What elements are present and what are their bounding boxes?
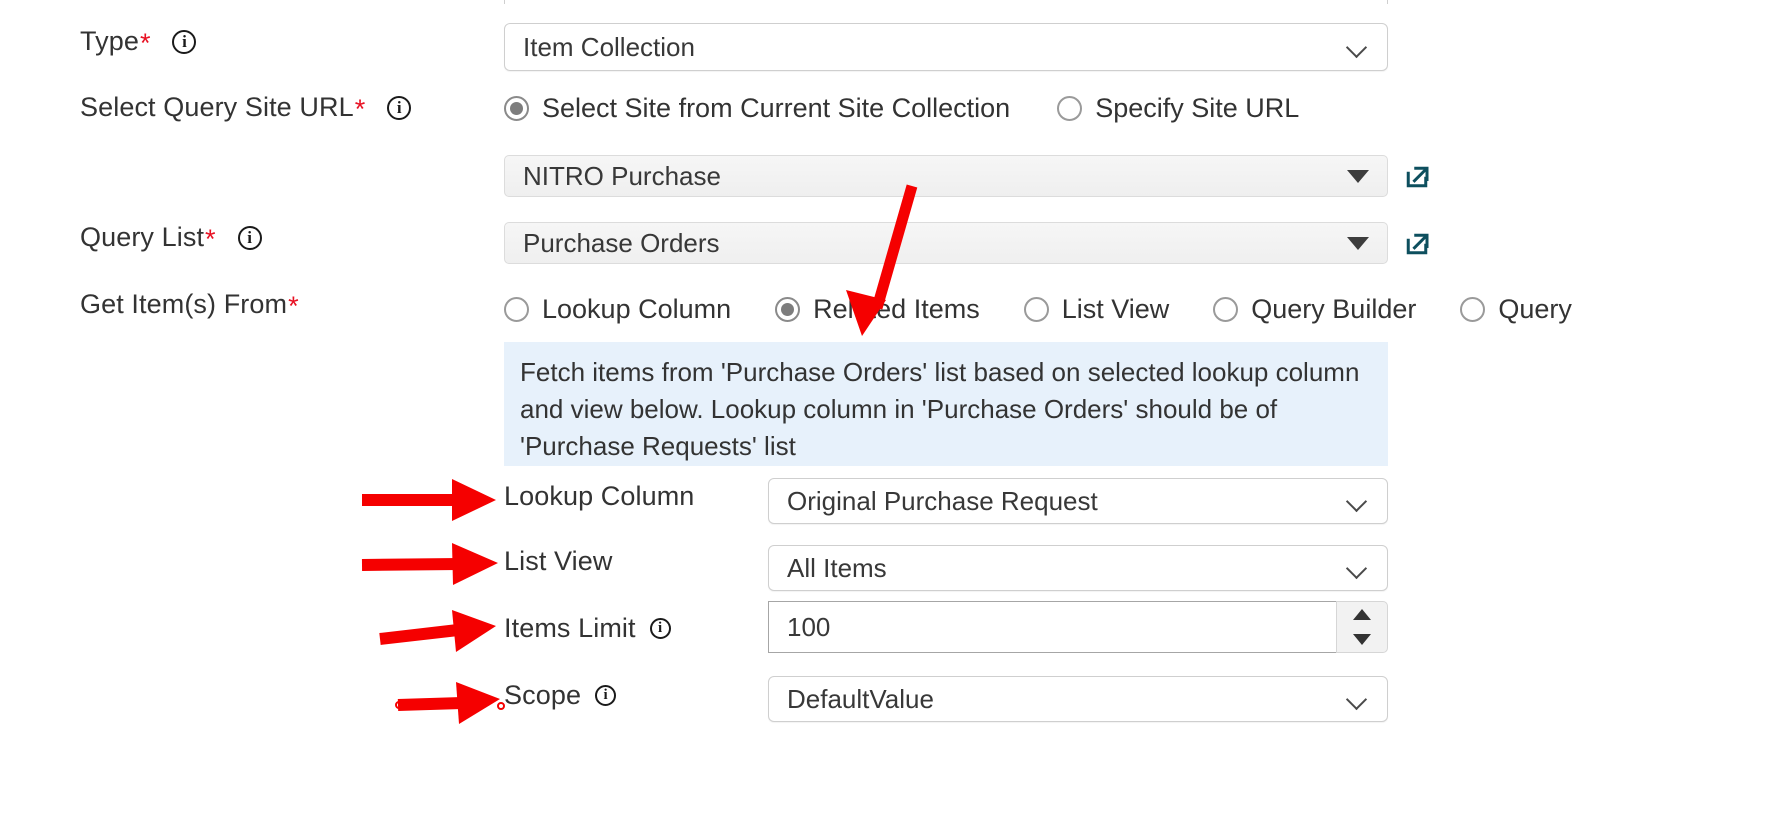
scope-label-group: Scope i bbox=[504, 680, 617, 711]
select-query-site-url-label-group: Select Query Site URL * i bbox=[80, 92, 412, 124]
radio-lookup-column[interactable]: Lookup Column bbox=[504, 294, 731, 325]
radio-indicator[interactable] bbox=[1057, 96, 1083, 121]
radio-related-items[interactable]: Related Items bbox=[775, 294, 980, 325]
select-query-site-url-required-asterisk: * bbox=[354, 94, 366, 124]
query-list-combo[interactable]: Purchase Orders bbox=[504, 222, 1388, 264]
radio-label: Query Builder bbox=[1251, 294, 1417, 324]
help-banner-text: Fetch items from 'Purchase Orders' list … bbox=[520, 357, 1360, 461]
site-picker-combo[interactable]: NITRO Purchase bbox=[504, 155, 1388, 197]
radio-indicator[interactable] bbox=[504, 297, 529, 322]
radio-indicator[interactable] bbox=[1460, 297, 1486, 322]
arrow-to-list-view bbox=[361, 543, 498, 585]
arrow-to-lookup-column bbox=[362, 479, 496, 521]
info-icon[interactable]: i bbox=[387, 95, 412, 120]
items-limit-input[interactable]: 100 bbox=[768, 601, 1336, 653]
info-icon[interactable]: i bbox=[649, 618, 671, 639]
query-site-url-radio-group: Select Site from Current Site Collection… bbox=[504, 93, 1299, 124]
radio-label: Specify Site URL bbox=[1095, 93, 1300, 123]
decrement-button[interactable] bbox=[1337, 627, 1387, 652]
chevron-down-icon bbox=[1345, 493, 1371, 509]
lookup-column-select[interactable]: Original Purchase Request bbox=[768, 478, 1388, 524]
clipped-field-above bbox=[504, 0, 1388, 4]
items-limit-spin-buttons bbox=[1336, 601, 1388, 653]
help-banner: Fetch items from 'Purchase Orders' list … bbox=[504, 342, 1388, 466]
type-select-value: Item Collection bbox=[523, 31, 695, 62]
list-view-label-group: List View bbox=[504, 546, 612, 577]
type-select[interactable]: Item Collection bbox=[504, 23, 1388, 71]
radio-select-site-from-current-site-collection[interactable]: Select Site from Current Site Collection bbox=[504, 93, 1010, 124]
scope-label: Scope bbox=[504, 680, 582, 710]
external-link-icon[interactable] bbox=[1402, 229, 1432, 259]
chevron-down-icon bbox=[1345, 39, 1371, 55]
radio-indicator[interactable] bbox=[775, 297, 801, 322]
type-label-group: Type * i bbox=[80, 26, 197, 58]
get-items-from-label: Get Item(s) From bbox=[80, 289, 288, 319]
get-items-from-label-group: Get Item(s) From * bbox=[80, 289, 299, 320]
arrow-to-scope bbox=[395, 682, 505, 724]
info-icon[interactable]: i bbox=[237, 225, 262, 250]
info-icon[interactable]: i bbox=[595, 685, 617, 706]
radio-indicator[interactable] bbox=[1023, 297, 1049, 322]
radio-indicator[interactable] bbox=[504, 96, 529, 121]
chevron-down-icon bbox=[1345, 691, 1371, 707]
radio-indicator[interactable] bbox=[1213, 297, 1239, 322]
radio-specify-site-url[interactable]: Specify Site URL bbox=[1057, 93, 1299, 124]
select-query-site-url-label: Select Query Site URL bbox=[80, 92, 354, 122]
lookup-column-label: Lookup Column bbox=[504, 481, 695, 511]
radio-query-builder[interactable]: Query Builder bbox=[1213, 294, 1416, 325]
triangle-down-icon bbox=[1353, 634, 1371, 645]
radio-label: Lookup Column bbox=[542, 294, 732, 324]
scope-select[interactable]: DefaultValue bbox=[768, 676, 1388, 722]
query-list-label-group: Query List * i bbox=[80, 222, 262, 253]
external-link-icon[interactable] bbox=[1402, 162, 1432, 192]
type-label: Type bbox=[80, 26, 139, 56]
configuration-form-page: Type * i Item Collection Select Query Sit… bbox=[0, 0, 1773, 820]
items-limit-label-group: Items Limit i bbox=[504, 613, 671, 644]
items-limit-stepper[interactable]: 100 bbox=[768, 601, 1388, 653]
arrow-to-items-limit bbox=[379, 610, 496, 652]
radio-label: List View bbox=[1061, 294, 1170, 324]
lookup-column-value: Original Purchase Request bbox=[787, 485, 1098, 516]
radio-label: Query bbox=[1498, 294, 1572, 324]
triangle-down-icon bbox=[1347, 236, 1369, 250]
radio-query[interactable]: Query bbox=[1460, 294, 1572, 325]
query-list-required-asterisk: * bbox=[205, 224, 216, 254]
list-view-label: List View bbox=[504, 546, 613, 576]
lookup-column-label-group: Lookup Column bbox=[504, 481, 694, 512]
items-limit-label: Items Limit bbox=[504, 613, 636, 643]
radio-list-view[interactable]: List View bbox=[1023, 294, 1170, 325]
info-icon[interactable]: i bbox=[172, 29, 197, 54]
increment-button[interactable] bbox=[1337, 602, 1387, 627]
get-items-from-radio-group: Lookup Column Related Items List View Qu… bbox=[504, 294, 1572, 325]
chevron-down-icon bbox=[1345, 560, 1371, 576]
list-view-value: All Items bbox=[787, 552, 887, 583]
site-picker-value: NITRO Purchase bbox=[523, 160, 721, 191]
radio-label: Related Items bbox=[813, 294, 980, 324]
type-required-asterisk: * bbox=[139, 28, 151, 58]
scope-value: DefaultValue bbox=[787, 683, 934, 714]
list-view-select[interactable]: All Items bbox=[768, 545, 1388, 591]
query-list-label: Query List bbox=[80, 222, 205, 252]
query-list-value: Purchase Orders bbox=[523, 227, 720, 258]
radio-label: Select Site from Current Site Collection bbox=[542, 93, 1011, 123]
triangle-up-icon bbox=[1353, 609, 1371, 620]
get-items-from-required-asterisk: * bbox=[288, 291, 299, 321]
triangle-down-icon bbox=[1347, 169, 1369, 183]
